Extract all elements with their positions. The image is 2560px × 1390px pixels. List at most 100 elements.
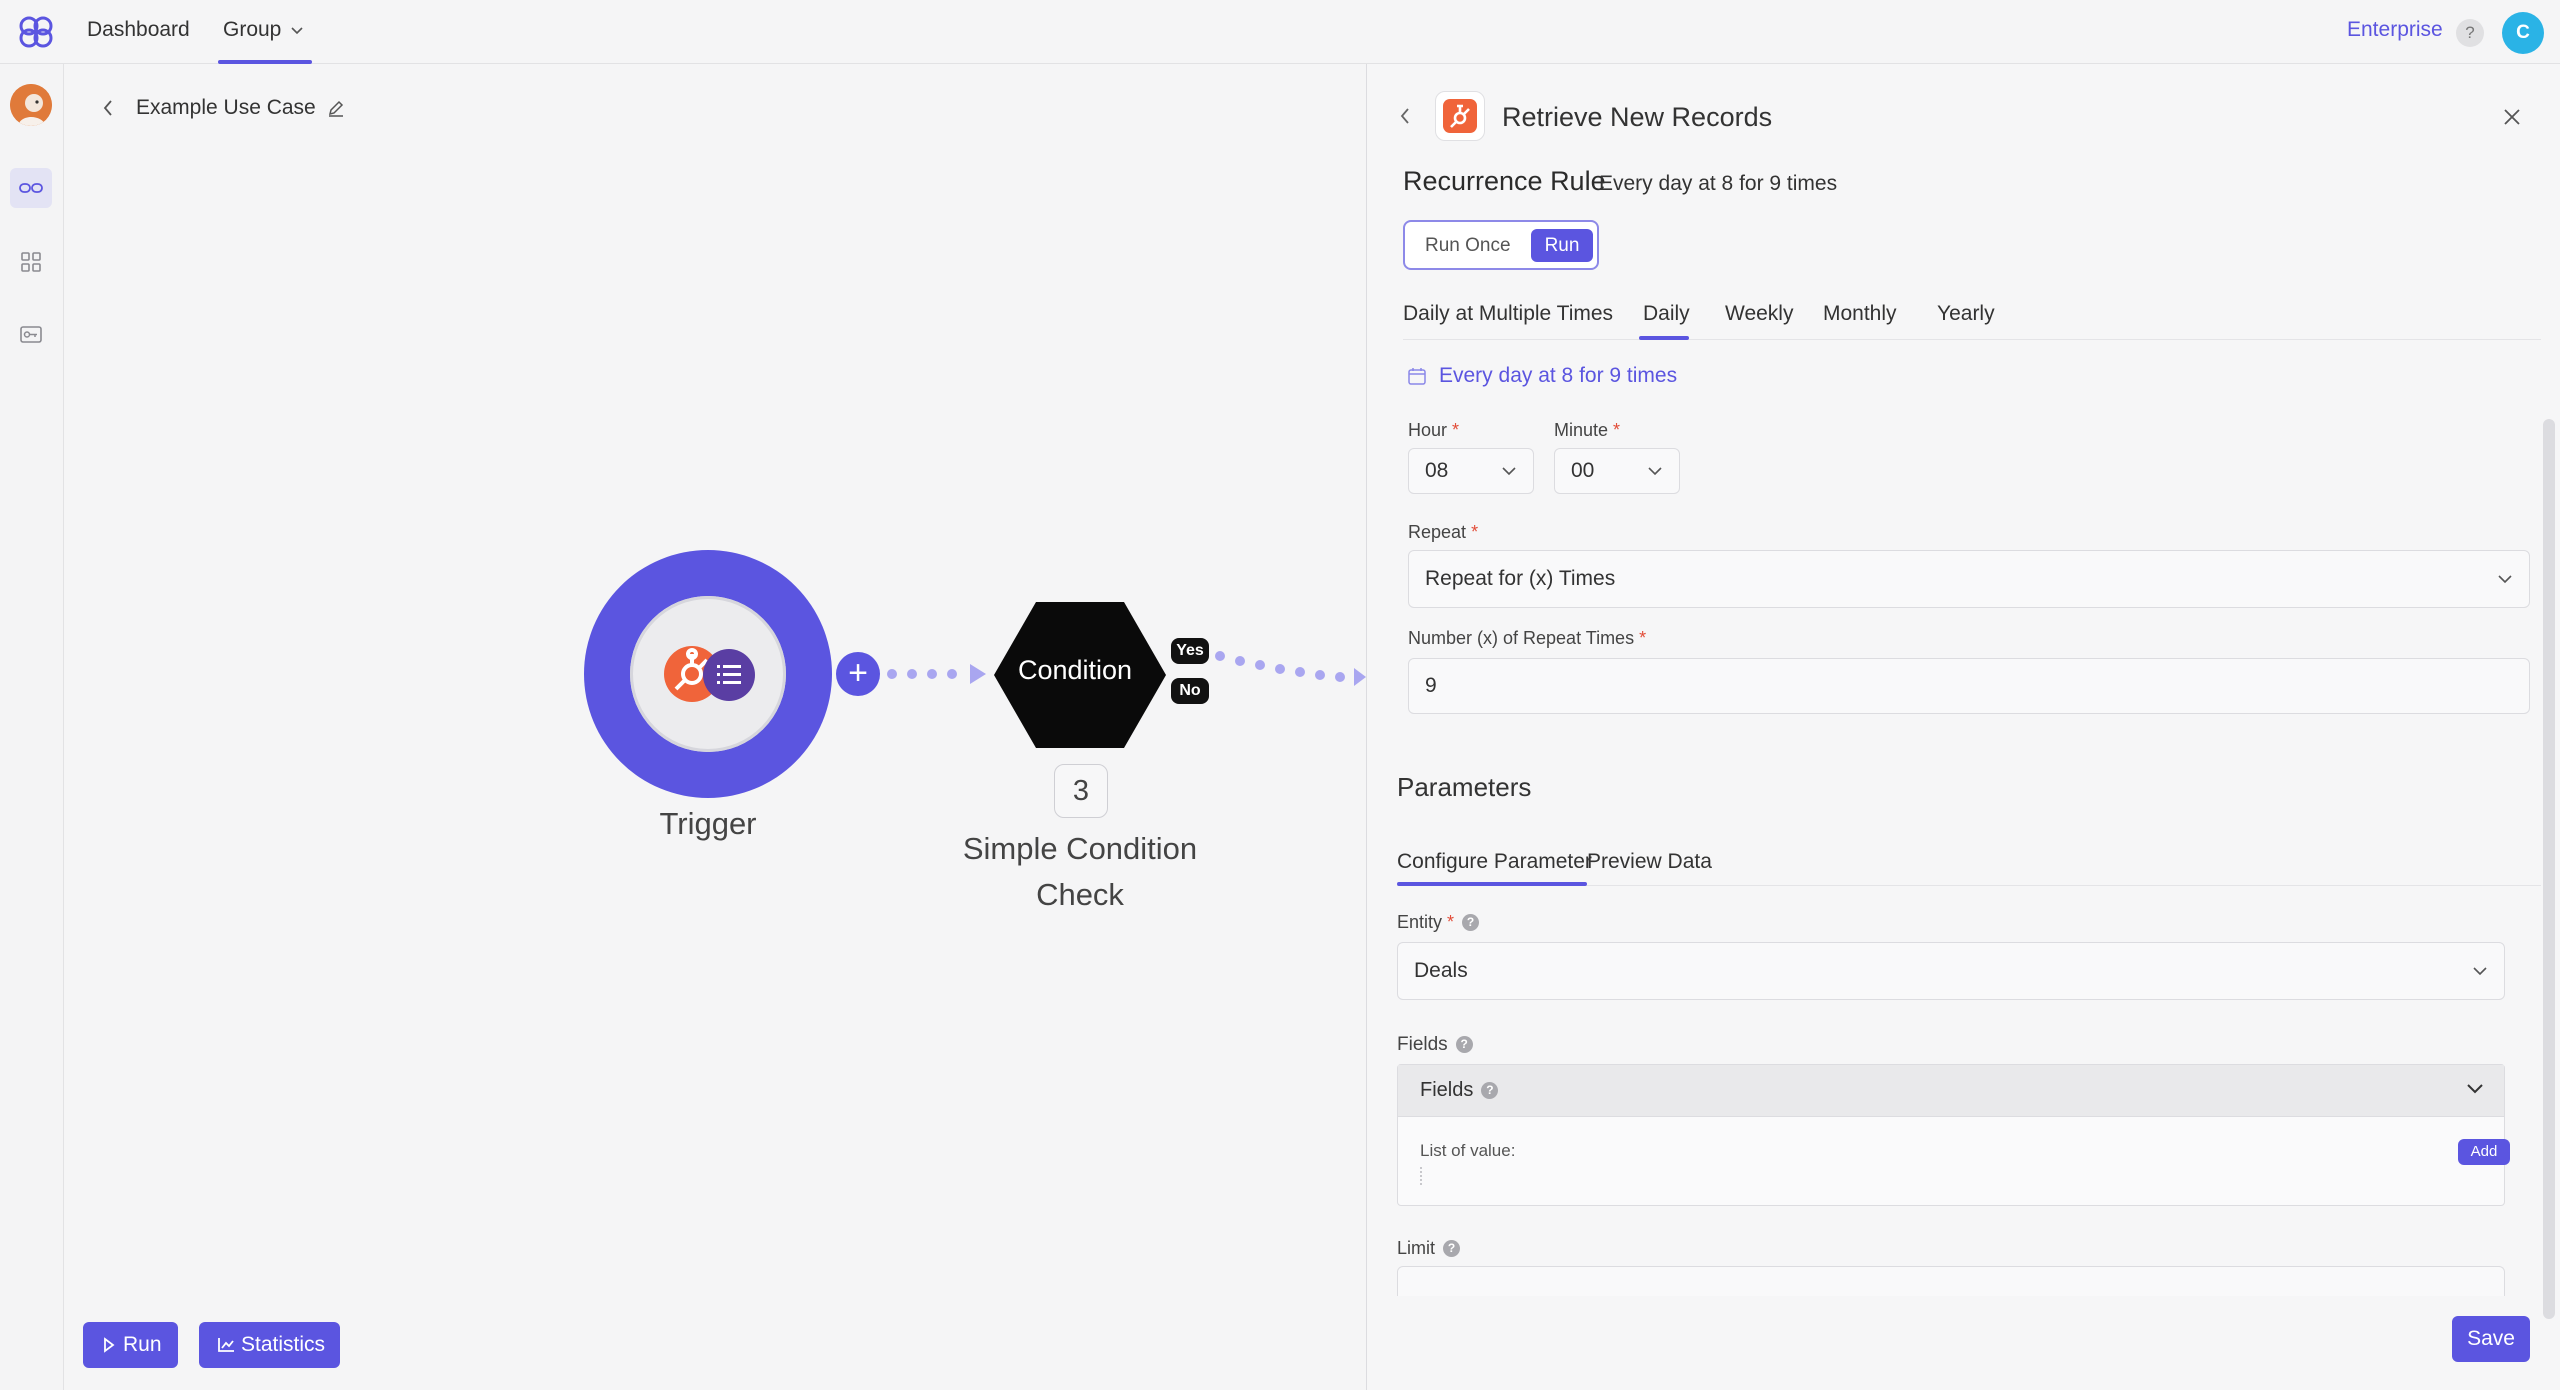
minute-select[interactable]: 00 [1554,448,1680,494]
statistics-button-label: Statistics [241,1333,326,1356]
limit-label: Limit? [1397,1238,1461,1259]
list-of-value-label: List of value: [1420,1141,1516,1160]
workspace-avatar[interactable] [10,84,52,126]
tab-monthly[interactable]: Monthly [1823,302,1897,326]
repeat-times-input[interactable]: 9 [1408,658,2530,714]
back-chevron-icon[interactable] [100,97,116,119]
connector-dots-right [1215,651,1366,686]
add-value-button[interactable]: Add [2458,1139,2510,1165]
fields-group-label-text: Fields [1420,1079,1474,1101]
hour-label-text: Hour [1408,420,1448,440]
fields-group-label: Fields? [1420,1079,1499,1102]
hubspot-app-icon [1435,91,1485,141]
tab-yearly[interactable]: Yearly [1937,302,1995,326]
tab-daily[interactable]: Daily [1643,302,1690,326]
play-icon [104,1337,115,1353]
save-button[interactable]: Save [2452,1316,2530,1362]
condition-title: Simple Condition Check [930,826,1230,918]
top-bar: Dashboard Group Enterprise ? C [0,0,2560,64]
grid-icon [21,252,41,272]
limit-input[interactable] [1397,1266,2505,1296]
app-logo-icon[interactable] [14,14,58,50]
branch-yes-badge[interactable]: Yes [1171,638,1209,664]
repeat-times-label-text: Number (x) of Repeat Times [1408,628,1635,648]
chart-icon [218,1338,234,1352]
rail-apps-button[interactable] [10,241,52,281]
statistics-button[interactable]: Statistics [199,1322,340,1368]
help-icon[interactable]: ? [1443,1240,1461,1257]
trigger-node-inner [630,596,786,752]
link-icon [19,183,43,193]
required-mark: * [1471,522,1479,542]
edit-pencil-icon[interactable] [326,98,346,118]
tab-preview-data[interactable]: Preview Data [1587,850,1712,874]
condition-title-line1: Simple Condition [962,831,1198,866]
connector-dots [887,664,986,684]
help-icon[interactable]: ? [1462,914,1480,931]
panel-title: Retrieve New Records [1502,102,1773,132]
repeat-label-text: Repeat [1408,522,1467,542]
calendar-icon [1408,368,1426,385]
help-icon[interactable]: ? [1481,1082,1499,1099]
panel-scrollbar[interactable] [2543,419,2555,1319]
user-avatar[interactable]: C [2502,12,2544,54]
close-icon[interactable] [2501,106,2523,128]
parameter-tabs: Configure Parameter Preview Data [1397,846,2541,886]
minute-label: Minute * [1554,420,1620,441]
entity-select[interactable]: Deals [1397,942,2505,1000]
required-mark: * [1613,420,1621,440]
repeat-label: Repeat * [1408,522,1478,543]
minute-value: 00 [1571,459,1595,482]
chevron-down-icon [2467,1084,2483,1094]
condition-title-line2: Check [1036,877,1124,912]
add-step-button[interactable]: + [836,652,880,696]
chevron-down-icon [2498,575,2512,584]
run-button[interactable]: Run [83,1322,178,1368]
hour-label: Hour * [1408,420,1459,441]
entity-label-text: Entity [1397,912,1443,932]
recurrence-rule-title: Recurrence Rule [1403,166,1606,196]
branch-no-badge[interactable]: No [1171,678,1209,704]
recurrence-summary-link[interactable]: Every day at 8 for 9 times [1439,364,1677,388]
workflow-title: Example Use Case [136,96,316,119]
tab-active-indicator [1639,336,1689,340]
recurrence-rule-summary: Every day at 8 for 9 times [1599,172,1838,195]
parameters-title: Parameters [1397,772,1532,802]
nav-dashboard[interactable]: Dashboard [87,18,190,42]
entity-label: Entity *? [1397,912,1480,933]
tab-configure-parameter[interactable]: Configure Parameter [1397,850,1592,874]
limit-label-text: Limit [1397,1238,1436,1258]
required-mark: * [1639,628,1647,648]
condition-label: Condition [1017,655,1133,685]
run-option[interactable]: Run [1531,229,1593,262]
key-icon [20,326,42,343]
tab-daily-multiple[interactable]: Daily at Multiple Times [1403,302,1613,326]
hour-select[interactable]: 08 [1408,448,1534,494]
hour-value: 08 [1425,459,1449,482]
left-rail [0,64,64,1390]
enterprise-link[interactable]: Enterprise [2347,18,2443,42]
hubspot-icon [1450,104,1470,128]
minute-label-text: Minute [1554,420,1609,440]
required-mark: * [1447,912,1455,932]
nav-group[interactable]: Group [223,18,281,42]
tab-weekly[interactable]: Weekly [1725,302,1793,326]
step-config-panel: Retrieve New Records Recurrence Rule Eve… [1366,64,2560,1390]
repeat-select[interactable]: Repeat for (x) Times [1408,550,2530,608]
fields-label-text: Fields [1397,1034,1448,1055]
chevron-down-icon [1648,467,1662,476]
run-once-option[interactable]: Run Once [1425,235,1511,257]
tab-active-indicator [1397,882,1587,886]
chevron-down-icon[interactable] [290,24,304,38]
help-icon[interactable]: ? [1455,1036,1473,1053]
help-button[interactable]: ? [2456,19,2484,47]
fields-group: Fields? List of value: Add [1397,1064,2510,1206]
fields-group-header[interactable]: Fields? [1398,1065,2504,1117]
trigger-node[interactable] [584,550,832,798]
rail-keys-button[interactable] [10,314,52,354]
panel-back-icon[interactable] [1397,104,1413,128]
chevron-down-icon [2473,967,2487,976]
rail-workflows-button[interactable] [10,168,52,208]
fields-label: Fields? [1397,1034,1473,1056]
trigger-label: Trigger [659,806,757,841]
